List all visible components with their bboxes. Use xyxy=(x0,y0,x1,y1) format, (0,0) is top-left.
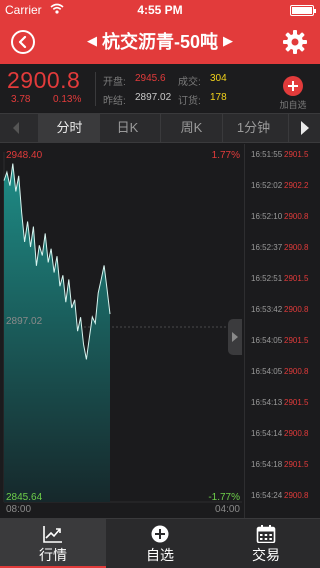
tick-price: 2901.5 xyxy=(284,460,309,469)
plus-circle-icon xyxy=(151,525,169,543)
tick-time: 16:54:05 xyxy=(251,336,283,345)
calendar-icon xyxy=(256,525,276,543)
battery-icon xyxy=(290,5,316,16)
bottom-tab-favorites[interactable]: 自选 xyxy=(107,519,213,568)
tick-time: 16:52:37 xyxy=(251,243,283,252)
tab-daily-k[interactable]: 日K xyxy=(96,114,158,142)
tick-row: 16:53:42 2900.8 xyxy=(245,305,320,319)
last-price: 2900.8 xyxy=(7,67,81,93)
price-change: 3.78 xyxy=(11,94,31,105)
tick-price: 2900.8 xyxy=(284,243,309,252)
bottom-tab-label: 行情 xyxy=(39,547,67,563)
tab-1-minute[interactable]: 1分钟 xyxy=(222,114,284,142)
tabs-scroll-right-icon[interactable] xyxy=(288,114,320,142)
tick-row: 16:54:05 2900.8 xyxy=(245,367,320,381)
pct-top-label: 1.77% xyxy=(211,150,240,161)
tick-time: 16:52:02 xyxy=(251,181,283,190)
tick-list: 16:51:55 2901.5 16:52:02 2902.2 16:52:10 2900… xyxy=(244,144,320,518)
tick-time: 16:54:05 xyxy=(251,367,283,376)
bottom-tab-label: 交易 xyxy=(252,547,280,563)
tick-time: 16:54:14 xyxy=(251,429,283,438)
tick-row: 16:52:02 2902.2 xyxy=(245,181,320,195)
order-label: 订货: xyxy=(178,96,201,107)
page-title: 杭交沥青-50吨 xyxy=(101,32,218,52)
price-change-pct: 0.13% xyxy=(53,94,82,105)
y-bottom-label: 2845.64 xyxy=(6,492,43,503)
status-time: 4:55 PM xyxy=(137,3,183,17)
tick-price: 2900.8 xyxy=(284,429,309,438)
tick-time: 16:54:18 xyxy=(251,460,283,469)
tick-row: 16:52:51 2901.5 xyxy=(245,274,320,288)
order-value: 178 xyxy=(210,92,227,103)
tick-price: 2901.5 xyxy=(284,336,309,345)
x-start-label: 08:00 xyxy=(6,504,32,515)
quote-header: 2900.8 3.78 0.13% 开盘: 2945.6 成交: 304 昨结:… xyxy=(0,64,320,112)
chart-trend-icon xyxy=(43,526,62,543)
tabs-scroll-left-icon[interactable] xyxy=(0,114,32,142)
bottom-tab-label: 自选 xyxy=(146,547,174,563)
tick-price: 2901.5 xyxy=(284,274,309,283)
y-top-label: 2948.40 xyxy=(6,150,43,161)
tick-price: 2901.5 xyxy=(284,150,309,159)
period-tabs: 分时 日K 周K 1分钟 xyxy=(0,113,320,143)
x-end-label: 04:00 xyxy=(214,504,240,515)
tick-row: 16:54:14 2900.8 xyxy=(245,429,320,443)
tick-time: 16:51:55 xyxy=(251,150,283,159)
pct-bottom-label: -1.77% xyxy=(208,492,240,503)
tick-time: 16:53:42 xyxy=(251,305,283,314)
prev-close-value: 2897.02 xyxy=(135,92,172,103)
ticks-panel-toggle-handle[interactable] xyxy=(228,319,242,355)
tick-price: 2900.8 xyxy=(284,305,309,314)
prev-close-label: 昨结: xyxy=(103,96,126,107)
bottom-tab-bar: 行情 自选 交易 xyxy=(0,518,320,568)
tick-row: 16:52:37 2900.8 xyxy=(245,243,320,257)
bottom-tab-trade[interactable]: 交易 xyxy=(213,519,319,568)
chart-canvas xyxy=(3,152,242,503)
prev-instrument-icon[interactable]: ◀ xyxy=(87,29,97,53)
tick-time: 16:52:10 xyxy=(251,212,283,221)
tick-row: 16:54:24 2900.8 xyxy=(245,491,320,505)
tick-price: 2902.2 xyxy=(284,181,309,190)
tick-row: 16:54:13 2901.5 xyxy=(245,398,320,412)
tick-time: 16:54:24 xyxy=(251,491,283,500)
intraday-chart: 2948.40 1.77% 2897.02 2845.64 -1.77% 08:… xyxy=(0,144,244,518)
price-area xyxy=(4,163,110,502)
tick-price: 2900.8 xyxy=(284,212,309,221)
tick-row: 16:51:55 2901.5 xyxy=(245,150,320,164)
status-bar: Carrier 4:55 PM xyxy=(0,0,320,20)
tick-row: 16:54:05 2901.5 xyxy=(245,336,320,350)
instrument-switcher[interactable]: ◀ 杭交沥青-50吨 ▶ xyxy=(60,30,260,55)
nav-bar: ◀ 杭交沥青-50吨 ▶ xyxy=(0,20,320,64)
y-mid-label: 2897.02 xyxy=(6,316,43,327)
open-value: 2945.6 xyxy=(135,73,166,84)
open-label: 开盘: xyxy=(103,77,126,88)
bottom-tab-quotes[interactable]: 行情 xyxy=(0,519,106,568)
add-favorite-button[interactable]: 加自选 xyxy=(276,76,310,111)
tick-price: 2900.8 xyxy=(284,491,309,500)
next-instrument-icon[interactable]: ▶ xyxy=(223,29,233,53)
volume-value: 304 xyxy=(210,73,227,84)
volume-label: 成交: xyxy=(178,77,201,88)
tick-price: 2900.8 xyxy=(284,367,309,376)
tab-weekly-k[interactable]: 周K xyxy=(160,114,222,142)
plus-circle-icon xyxy=(283,76,303,96)
add-favorite-label: 加自选 xyxy=(279,100,307,110)
tab-intraday[interactable]: 分时 xyxy=(38,114,100,142)
divider xyxy=(95,72,96,106)
tick-row: 16:52:10 2900.8 xyxy=(245,212,320,226)
battery-level xyxy=(292,7,312,14)
back-circle-icon[interactable] xyxy=(11,30,35,54)
gear-icon[interactable] xyxy=(282,29,308,55)
tick-time: 16:54:13 xyxy=(251,398,283,407)
tick-time: 16:52:51 xyxy=(251,274,283,283)
tick-price: 2901.5 xyxy=(284,398,309,407)
tick-row: 16:54:18 2901.5 xyxy=(245,460,320,474)
